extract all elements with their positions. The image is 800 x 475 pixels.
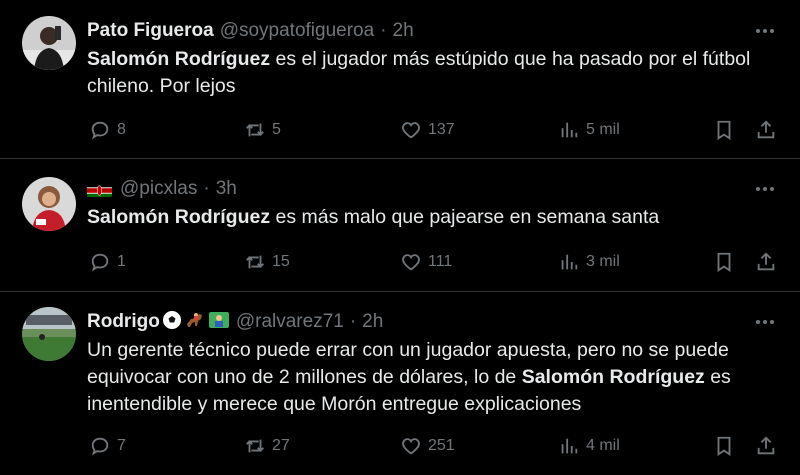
- timestamp[interactable]: 3h: [216, 178, 237, 200]
- reply-icon: [91, 253, 109, 272]
- share-button[interactable]: [755, 249, 777, 275]
- author-name[interactable]: Pato Figueroa: [87, 20, 214, 42]
- share-icon: [757, 436, 775, 455]
- mention-bold: Salomón Rodríguez: [521, 366, 705, 388]
- tweet-actions: 7 27 251 4 mil: [87, 433, 787, 459]
- separator-dot: ·: [380, 20, 387, 41]
- views-icon: [561, 122, 578, 138]
- views-count: 5 mil: [586, 121, 620, 138]
- avatar[interactable]: [22, 16, 76, 70]
- retweet-count: 27: [272, 437, 290, 454]
- reply-button[interactable]: 8: [89, 117, 126, 143]
- tweet-text: Salomón Rodríguez es más malo que pajear…: [87, 204, 777, 231]
- views-button[interactable]: 4 mil: [558, 433, 620, 459]
- reply-count: 7: [117, 437, 126, 454]
- like-button[interactable]: 111: [400, 249, 452, 275]
- bookmark-icon: [717, 120, 731, 140]
- bookmark-icon: [717, 252, 731, 272]
- flag-kenya-icon: [87, 182, 112, 197]
- retweet-icon: [246, 439, 264, 453]
- tweet-text-rest: es más malo que pajearse en semana santa: [270, 206, 660, 228]
- tweet[interactable]: Rodrigo @ralvarez71 · 2h Un gerente técn…: [0, 292, 800, 475]
- views-icon: [561, 254, 578, 270]
- retweet-icon: [246, 255, 264, 269]
- tweet-header: Pato Figueroa @soypatofigueroa · 2h: [87, 18, 414, 44]
- tweet-header: @picxlas · 3h: [87, 176, 237, 202]
- mention-bold: Salomón Rodríguez: [87, 48, 271, 70]
- tweet-actions: 8 5 137 5 mil: [87, 117, 787, 143]
- retweet-count: 5: [272, 121, 281, 138]
- retweet-button[interactable]: 15: [244, 249, 290, 275]
- author-handle[interactable]: @ralvarez71: [236, 311, 344, 333]
- tweet[interactable]: Pato Figueroa @soypatofigueroa · 2h Salo…: [0, 0, 800, 159]
- soccer-ball-icon: [162, 310, 182, 335]
- author-handle[interactable]: @soypatofigueroa: [220, 20, 375, 42]
- retweet-button[interactable]: 5: [244, 117, 281, 143]
- tweet-text: Salomón Rodríguez es el jugador más estú…: [87, 46, 777, 100]
- views-icon: [561, 438, 578, 454]
- views-button[interactable]: 3 mil: [558, 249, 620, 275]
- share-icon: [757, 120, 775, 139]
- author-handle[interactable]: @picxlas: [120, 178, 197, 200]
- tweet[interactable]: @picxlas · 3h Salomón Rodríguez es más m…: [0, 159, 800, 292]
- share-icon: [757, 252, 775, 271]
- tweet-actions: 1 15 111 3 mil: [87, 249, 787, 275]
- like-count: 111: [428, 253, 453, 270]
- more-icon[interactable]: [754, 311, 776, 333]
- reply-count: 1: [117, 253, 126, 270]
- reply-button[interactable]: 7: [89, 433, 126, 459]
- tweet-header: Rodrigo @ralvarez71 · 2h: [87, 309, 383, 335]
- retweet-button[interactable]: 27: [244, 433, 290, 459]
- like-icon: [402, 438, 420, 455]
- like-button[interactable]: 251: [400, 433, 455, 459]
- separator-dot: ·: [349, 311, 357, 332]
- views-count: 4 mil: [586, 437, 620, 454]
- bookmark-icon: [717, 436, 731, 456]
- horse-racing-icon: [184, 310, 206, 335]
- avatar[interactable]: [22, 307, 76, 361]
- like-icon: [402, 122, 420, 139]
- bookmark-button[interactable]: [713, 433, 735, 459]
- author-name[interactable]: Rodrigo: [87, 311, 160, 333]
- views-count: 3 mil: [586, 253, 620, 270]
- tweet-text: Un gerente técnico puede errar con un ju…: [87, 337, 777, 418]
- share-button[interactable]: [755, 117, 777, 143]
- retweet-count: 15: [272, 253, 290, 270]
- player-badge-icon: [208, 310, 230, 335]
- timestamp[interactable]: 2h: [393, 20, 414, 42]
- reply-icon: [91, 437, 109, 456]
- reply-button[interactable]: 1: [89, 249, 126, 275]
- timeline-feed: Pato Figueroa @soypatofigueroa · 2h Salo…: [0, 0, 800, 475]
- like-button[interactable]: 137: [400, 117, 455, 143]
- more-icon[interactable]: [754, 178, 776, 200]
- avatar[interactable]: [22, 177, 76, 231]
- like-icon: [402, 254, 420, 271]
- timestamp[interactable]: 2h: [362, 311, 383, 333]
- bookmark-button[interactable]: [713, 249, 735, 275]
- like-count: 137: [428, 121, 455, 138]
- bookmark-button[interactable]: [713, 117, 735, 143]
- retweet-icon: [246, 123, 264, 137]
- reply-icon: [91, 121, 109, 140]
- reply-count: 8: [117, 121, 126, 138]
- more-icon[interactable]: [754, 20, 776, 42]
- share-button[interactable]: [755, 433, 777, 459]
- mention-bold: Salomón Rodríguez: [87, 206, 271, 228]
- views-button[interactable]: 5 mil: [558, 117, 620, 143]
- like-count: 251: [428, 437, 455, 454]
- separator-dot: ·: [203, 178, 210, 199]
